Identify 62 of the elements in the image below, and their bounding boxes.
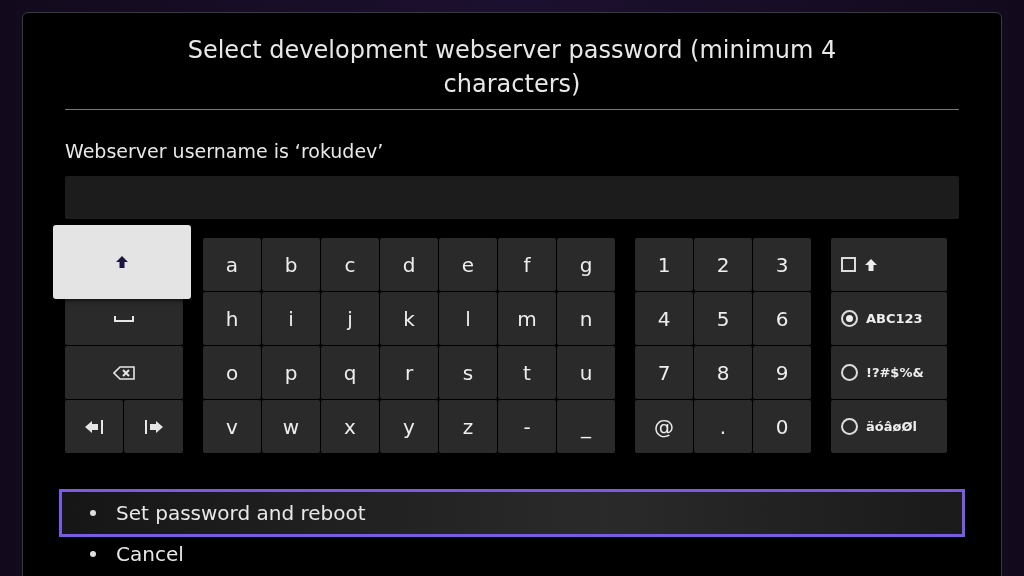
keyboard-key[interactable]: 2	[694, 238, 752, 291]
checkbox[interactable]	[841, 257, 856, 272]
shift-lock-option[interactable]	[831, 238, 947, 291]
keyboard-key[interactable]: i	[262, 292, 320, 345]
keyboard-key[interactable]: b	[262, 238, 320, 291]
keyboard-key[interactable]: f	[498, 238, 556, 291]
keyboard-key[interactable]: 6	[753, 292, 811, 345]
keyboard-key[interactable]: 4	[635, 292, 693, 345]
keyboard-key[interactable]: a	[203, 238, 261, 291]
keyboard-key[interactable]	[124, 400, 183, 453]
keyboard-key[interactable]: d	[380, 238, 438, 291]
keyboard-key[interactable]: v	[203, 400, 261, 453]
keyboard-key[interactable]	[65, 346, 183, 399]
keyboard-key[interactable]: p	[262, 346, 320, 399]
password-field[interactable]	[65, 176, 959, 219]
keyboard-key[interactable]: .	[694, 400, 752, 453]
keyboard-key[interactable]: q	[321, 346, 379, 399]
keyboard-key[interactable]: 8	[694, 346, 752, 399]
radio-button[interactable]	[841, 418, 858, 435]
keyboard-key[interactable]: 1	[635, 238, 693, 291]
keyboard-key[interactable]: t	[498, 346, 556, 399]
keyboard-key[interactable]: x	[321, 400, 379, 453]
keyboard-key[interactable]: 5	[694, 292, 752, 345]
radio-button[interactable]	[841, 310, 858, 327]
keyboard-key[interactable]: o	[203, 346, 261, 399]
keyboard-key[interactable]: 9	[753, 346, 811, 399]
menu-option[interactable]: Cancel	[59, 537, 965, 571]
keyboard-key[interactable]: @	[635, 400, 693, 453]
keyboard-key[interactable]: -	[498, 400, 556, 453]
keyboard-key[interactable]: 7	[635, 346, 693, 399]
username-label: Webserver username is ‘rokudev’	[65, 140, 385, 162]
keyboard-key[interactable]: n	[557, 292, 615, 345]
space-icon	[114, 314, 134, 323]
shift-icon	[864, 257, 878, 272]
keyboard-key[interactable]: j	[321, 292, 379, 345]
keyboard-mode-option[interactable]: ABC123	[831, 292, 947, 345]
keyboard-key[interactable]: m	[498, 292, 556, 345]
keyboard-key[interactable]: 3	[753, 238, 811, 291]
keyboard-mode-option[interactable]: äóâøØl	[831, 400, 947, 453]
cursor-right-icon	[143, 419, 164, 434]
keyboard-mode-option[interactable]: !?#$%&	[831, 346, 947, 399]
keyboard-key[interactable]: c	[321, 238, 379, 291]
keyboard-key[interactable]: 0	[753, 400, 811, 453]
keyboard-key[interactable]: _	[557, 400, 615, 453]
keyboard-key[interactable]: w	[262, 400, 320, 453]
backspace-icon	[113, 365, 135, 380]
keyboard-key[interactable]: l	[439, 292, 497, 345]
menu-option[interactable]: Set password and reboot	[59, 489, 965, 537]
keyboard-key[interactable]: s	[439, 346, 497, 399]
keyboard-key[interactable]: g	[557, 238, 615, 291]
keyboard-key[interactable]: z	[439, 400, 497, 453]
keyboard-key[interactable]: y	[380, 400, 438, 453]
dialog-title: Select development webserver password (minimum 4 characters)	[186, 35, 838, 100]
keyboard-key[interactable]: e	[439, 238, 497, 291]
shift-icon	[115, 255, 129, 269]
keyboard-key[interactable]: k	[380, 292, 438, 345]
keyboard-key[interactable]: r	[380, 346, 438, 399]
cursor-left-icon	[84, 419, 104, 434]
keyboard-key[interactable]: h	[203, 292, 261, 345]
keyboard-key[interactable]	[65, 400, 123, 453]
keyboard-key[interactable]: u	[557, 346, 615, 399]
radio-button[interactable]	[841, 364, 858, 381]
